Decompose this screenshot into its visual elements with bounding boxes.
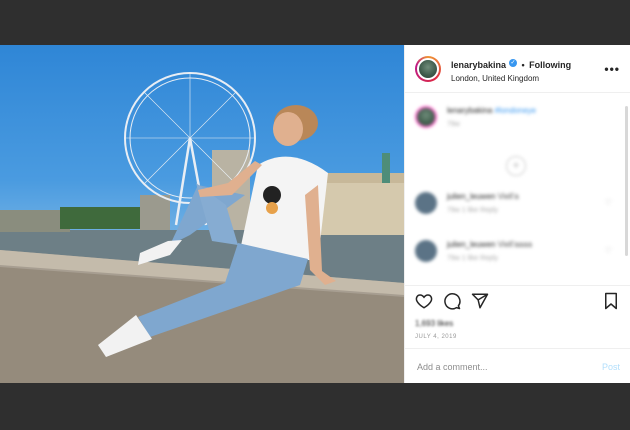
- location-link[interactable]: London, United Kingdom: [451, 74, 604, 84]
- story-ring[interactable]: [415, 55, 441, 82]
- post-header: lenarybakina ✓ • Following London, United…: [405, 45, 630, 93]
- action-icons: [415, 292, 489, 310]
- comments-list: lenarybakina #londoneye 79w + julien_leu…: [405, 94, 630, 283]
- comment-avatar[interactable]: [415, 192, 437, 214]
- header-text: lenarybakina ✓ • Following London, United…: [451, 54, 604, 84]
- photo-scene: [0, 72, 404, 383]
- caption-row: lenarybakina #londoneye 79w: [415, 106, 536, 128]
- comment-meta: 79w 1 like Reply: [447, 207, 498, 214]
- bookmark-icon[interactable]: [602, 292, 620, 310]
- comment-body: Viell'aaaa: [497, 240, 533, 249]
- comment-username[interactable]: julien_leuwen: [447, 192, 495, 201]
- comment-text: julien_leuwen Viell'a 79w 1 like Reply: [447, 192, 519, 214]
- comment-icon[interactable]: [443, 292, 461, 310]
- post-actions: 1,693 likes JULY 4, 2019 Post: [405, 285, 630, 390]
- caption-username[interactable]: lenarybakina: [447, 106, 492, 115]
- comment-like-icon[interactable]: ♡: [605, 198, 612, 207]
- caption-text: lenarybakina #londoneye 79w: [447, 106, 536, 128]
- comments-scrollbar[interactable]: [625, 106, 628, 256]
- add-comment-bar: Post: [405, 348, 630, 385]
- verified-badge-icon: ✓: [509, 59, 518, 68]
- add-comment-input[interactable]: [415, 361, 602, 373]
- heart-icon[interactable]: [415, 292, 433, 310]
- post-date: JULY 4, 2019: [415, 334, 457, 340]
- caption-meta: 79w: [447, 121, 460, 128]
- post-side-panel: lenarybakina ✓ • Following London, United…: [404, 45, 630, 383]
- comment-like-icon[interactable]: ♡: [605, 246, 612, 255]
- comment-meta: 79w 1 like Reply: [447, 255, 498, 262]
- follow-separator: •: [521, 59, 525, 70]
- comment-body: Viell'a: [497, 192, 519, 201]
- post-photo[interactable]: [0, 45, 404, 383]
- caption-avatar[interactable]: [415, 106, 437, 128]
- comment-avatar[interactable]: [415, 240, 437, 262]
- profile-avatar[interactable]: [417, 57, 439, 80]
- post-comment-button[interactable]: Post: [602, 362, 620, 372]
- username-link[interactable]: lenarybakina: [451, 60, 506, 70]
- following-button[interactable]: Following: [529, 60, 571, 70]
- more-options-icon[interactable]: •••: [604, 62, 620, 76]
- caption-hashtag[interactable]: #londoneye: [495, 106, 536, 115]
- load-more-comments-icon[interactable]: +: [506, 156, 526, 176]
- comment-username[interactable]: julien_leuwen: [447, 240, 495, 249]
- post-modal: lenarybakina ✓ • Following London, United…: [0, 45, 630, 383]
- share-icon[interactable]: [471, 292, 489, 310]
- comment-row: julien_leuwen Viell'aaaa 79w 1 like Repl…: [415, 240, 532, 262]
- comment-row: julien_leuwen Viell'a 79w 1 like Reply: [415, 192, 519, 214]
- likes-count[interactable]: 1,693 likes: [415, 319, 453, 328]
- comment-text: julien_leuwen Viell'aaaa 79w 1 like Repl…: [447, 240, 532, 262]
